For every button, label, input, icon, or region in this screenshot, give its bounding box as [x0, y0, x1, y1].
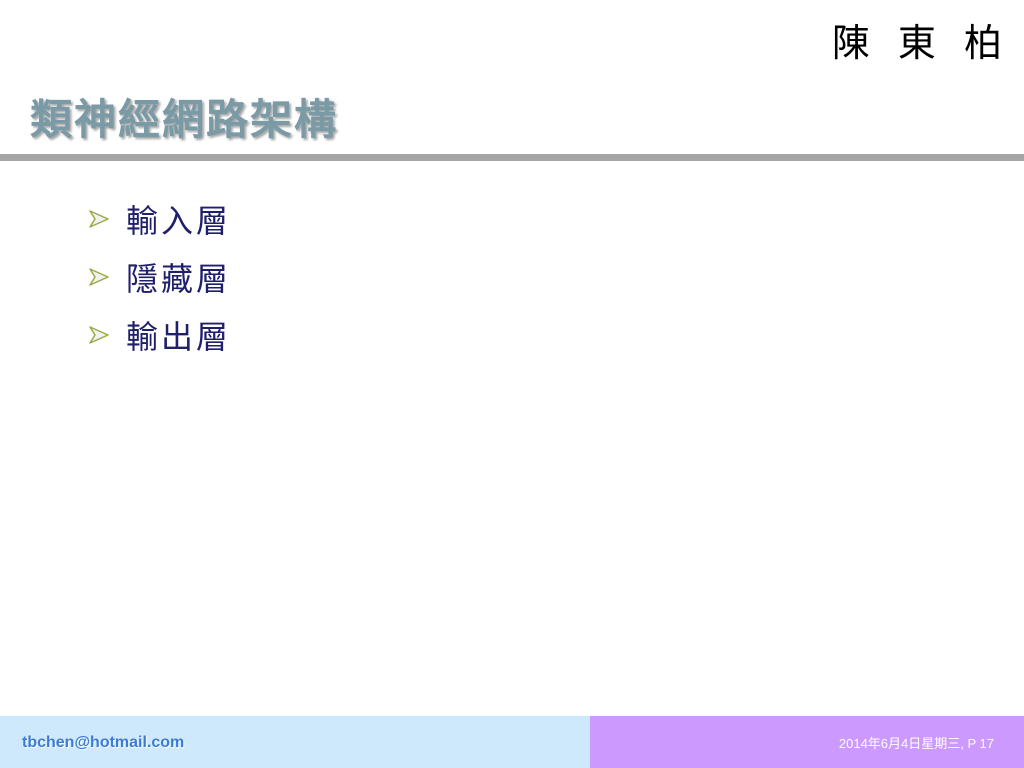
arrow-bullet-icon: [89, 210, 109, 228]
bullet-text: 輸出層: [126, 318, 232, 356]
arrow-bullet-icon: [89, 326, 109, 344]
bullet-text: 輸入層: [126, 202, 232, 240]
footer-date-page: 2014年6月4日星期三, P 17: [838, 736, 994, 751]
bullet-item-input-layer: 輸入層: [86, 190, 231, 248]
title-divider: [0, 154, 1024, 161]
slide-title: 類神經網路架構: [30, 95, 339, 144]
footer-email[interactable]: tbchen@hotmail.com: [22, 734, 184, 752]
bullet-item-hidden-layer: 隱藏層: [86, 248, 231, 306]
author-name: 陳 東 柏: [831, 21, 1010, 65]
footer-right-panel: 2014年6月4日星期三, P 17: [590, 716, 1024, 768]
bullet-item-output-layer: 輸出層: [86, 306, 231, 364]
bullet-text: 隱藏層: [126, 260, 232, 298]
slide: 陳 東 柏 類神經網路架構 輸入層 隱藏層 輸出層 tbchen@hotmail…: [0, 0, 1024, 768]
bullet-list: 輸入層 隱藏層 輸出層: [86, 190, 231, 364]
footer-left-panel: tbchen@hotmail.com: [0, 716, 590, 768]
arrow-bullet-icon: [89, 268, 109, 286]
